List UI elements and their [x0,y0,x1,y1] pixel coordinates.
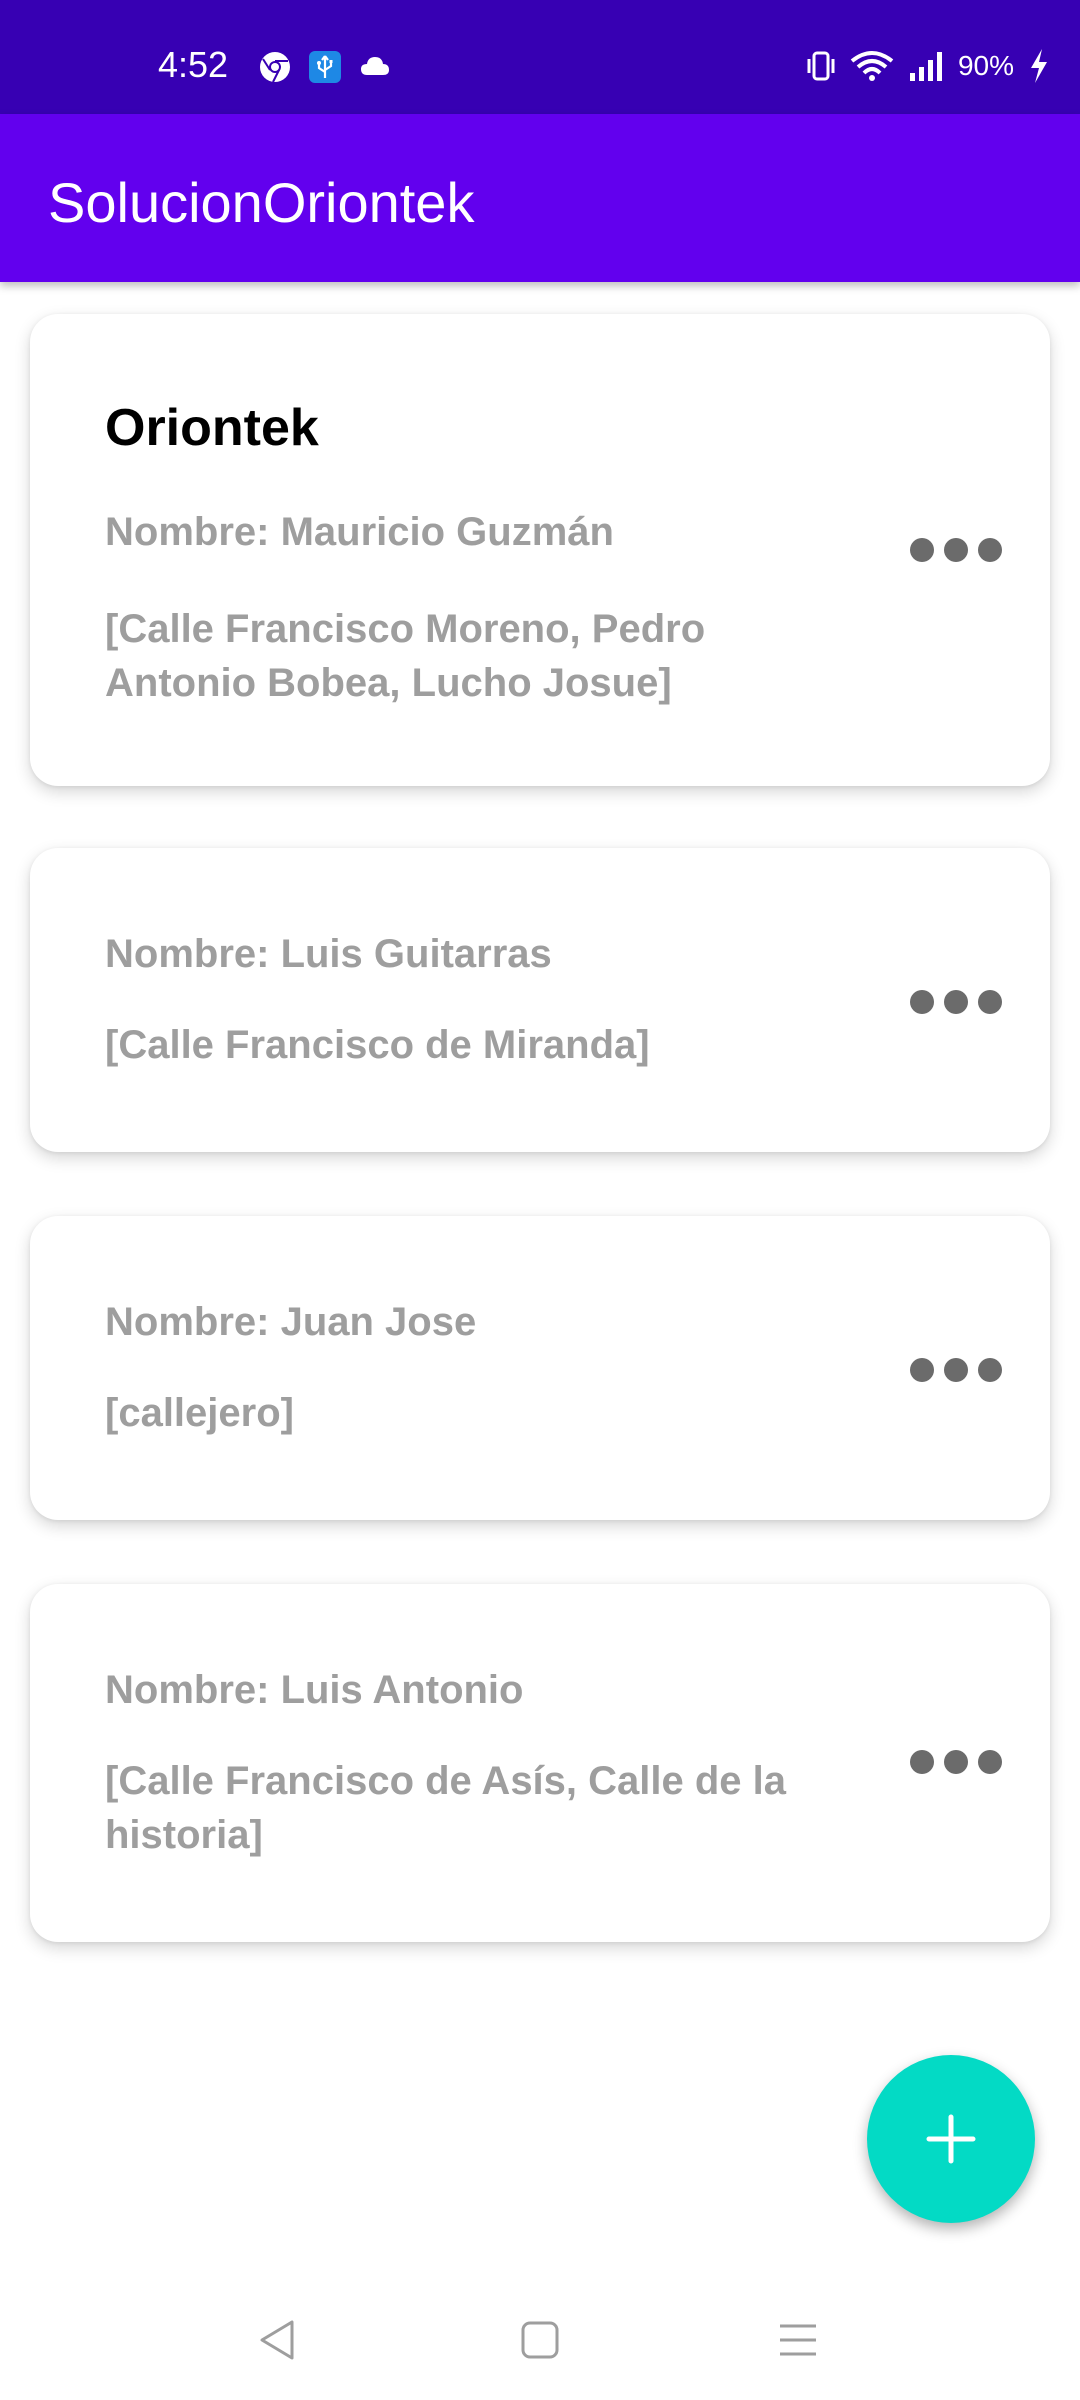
nav-recents-button[interactable] [768,2310,828,2370]
nav-back-button[interactable] [248,2310,308,2370]
more-dot-icon [978,1358,1002,1382]
more-dot-icon [978,990,1002,1014]
more-dot-icon [944,538,968,562]
signal-icon [909,52,942,81]
more-dot-icon [944,1358,968,1382]
nav-home-button[interactable] [510,2310,570,2370]
more-options-button[interactable] [910,1742,1002,1782]
more-dot-icon [978,538,1002,562]
notification-icons [258,50,392,84]
client-addresses: [Calle Francisco de Miranda] [105,1023,650,1067]
client-addresses: [callejero] [105,1391,294,1435]
more-dot-icon [910,1750,934,1774]
client-card[interactable]: Nombre: Luis Antonio [Calle Francisco de… [30,1584,1050,1942]
more-options-button[interactable] [910,982,1002,1022]
client-name: Nombre: Juan Jose [105,1300,477,1344]
client-name: Nombre: Luis Antonio [105,1668,524,1712]
client-card[interactable]: Nombre: Juan Jose [callejero] [30,1216,1050,1520]
wifi-icon [850,51,894,81]
app-bar: SolucionOriontek [0,114,1080,282]
more-options-button[interactable] [910,1350,1002,1390]
client-addresses: [Calle Francisco de Asís, Calle de la hi… [105,1759,787,1857]
back-icon [260,2320,294,2360]
app-title: SolucionOriontek [48,171,475,234]
more-dot-icon [944,990,968,1014]
more-dot-icon [910,1358,934,1382]
home-icon [521,2321,559,2359]
more-dot-icon [910,990,934,1014]
client-card[interactable]: Oriontek Nombre: Mauricio Guzmán [Calle … [30,314,1050,786]
battery-percent: 90% [957,50,1014,81]
client-name: Nombre: Luis Guitarras [105,932,552,976]
recents-icon [780,2324,816,2356]
status-bar: 4:52 90% [0,0,1080,114]
plus-icon [926,2114,976,2164]
usb-icon [309,51,341,83]
company-name: Oriontek [105,399,319,457]
chrome-icon [260,52,290,83]
more-dot-icon [978,1750,1002,1774]
more-options-button[interactable] [910,530,1002,570]
add-client-button[interactable] [867,2055,1035,2223]
client-name: Nombre: Mauricio Guzmán [105,510,614,554]
more-dot-icon [910,538,934,562]
client-addresses: [Calle Francisco Moreno, Pedro Antonio B… [105,607,706,705]
status-right: 90% [806,48,1050,84]
system-nav-bar [0,2270,1080,2400]
charging-icon [1031,49,1047,83]
status-time: 4:52 [158,44,229,85]
cloud-icon [361,57,389,75]
client-card[interactable]: Nombre: Luis Guitarras [Calle Francisco … [30,848,1050,1152]
more-dot-icon [944,1750,968,1774]
vibrate-icon [807,51,835,81]
